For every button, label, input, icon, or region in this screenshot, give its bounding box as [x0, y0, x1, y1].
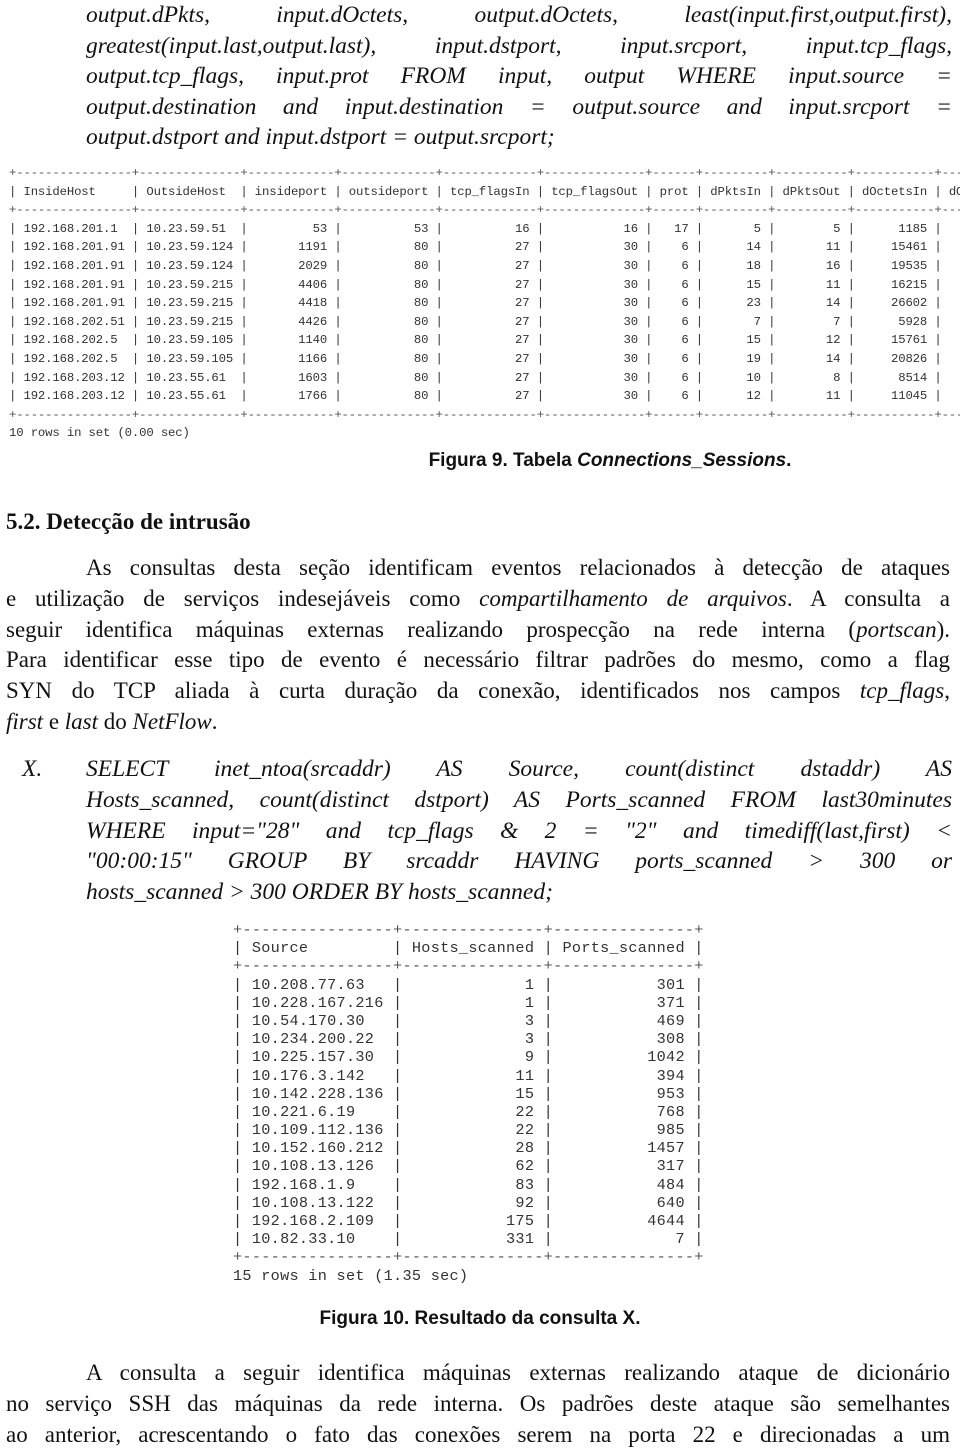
table-row: | 10.228.167.216 | 1 | 371 |	[233, 993, 704, 1012]
table-header-row: | Source | Hosts_scanned | Ports_scanned…	[233, 939, 704, 958]
table-row: | 192.168.203.12 | 10.23.55.61 | 1766 | …	[9, 389, 960, 404]
table-row: | 192.168.2.109 | 175 | 4644 |	[233, 1212, 704, 1230]
sql-line: WHERE input="28" and tcp_flags & 2 = "2"…	[86, 817, 952, 844]
table-row: | 192.168.1.9 | 83 | 484 |	[233, 1175, 704, 1194]
table-row: | 10.234.200.22 | 3 | 308 |	[233, 1030, 704, 1049]
table-row: | 192.168.203.12 | 10.23.55.61 | 1603 | …	[9, 370, 960, 385]
table-border: +----------------+---------------+------…	[233, 1248, 704, 1267]
caption-prefix: Figura 9. Tabela	[428, 450, 578, 471]
text-run: seguir identifica máquinas externas real…	[6, 616, 857, 642]
paragraph-line: first e last do NetFlow.	[6, 707, 950, 738]
table-header-row: | InsideHost | OutsideHost | insideport …	[9, 184, 960, 199]
italic-term: last	[64, 708, 99, 734]
table-row: | 192.168.201.91 | 10.23.59.124 | 2029 |…	[9, 258, 960, 273]
table-footer-status: 15 rows in set (1.35 sec)	[233, 1266, 469, 1285]
text-run: do	[98, 708, 133, 734]
text-run: As consultas desta seção identificam eve…	[86, 555, 950, 580]
table-border: +----------------+---------------+------…	[233, 957, 704, 976]
table-row: | 10.152.160.212 | 28 | 1457 |	[233, 1139, 704, 1158]
figure-10-caption: Figura 10. Resultado da consulta X.	[319, 1308, 641, 1329]
sql-line: hosts_scanned > 300 ORDER BY hosts_scann…	[86, 879, 553, 906]
paragraph-line: e utilização de serviços indesejáveis co…	[6, 584, 950, 615]
text-run: .	[211, 708, 218, 734]
table-row: | 10.108.13.126 | 62 | 317 |	[233, 1157, 704, 1176]
text-run: ,	[944, 678, 950, 704]
sql-line: Hosts_scanned, count(distinct dstport) A…	[86, 786, 952, 813]
table-row: | 10.225.157.30 | 9 | 1042 |	[233, 1048, 704, 1067]
text-run: e	[43, 708, 65, 734]
query-body: SELECT inet_ntoa(srcaddr) AS Source, cou…	[86, 754, 952, 908]
sql-line: greatest(input.last,output.last), input.…	[86, 32, 952, 59]
closing-paragraph: A consulta a seguir identifica máquinas …	[6, 1358, 950, 1450]
intro-paragraph: As consultas desta seção identificam eve…	[6, 553, 950, 738]
table-row: | 10.208.77.63 | 1 | 301 |	[233, 975, 704, 994]
italic-term: NetFlow	[132, 708, 212, 734]
section-heading: 5.2. Detecção de intrusão	[6, 509, 251, 534]
table-row: | 192.168.201.91 | 10.23.59.124 | 1191 |…	[9, 240, 960, 255]
paragraph-line: As consultas desta seção identificam eve…	[6, 553, 950, 584]
sql-line: "00:00:15" GROUP BY srcaddr HAVING ports…	[86, 848, 952, 875]
sql-line: output.dPkts, input.dOctets, output.dOct…	[86, 2, 952, 28]
table-row: | 192.168.201.1 | 10.23.59.51 | 53 | 53 …	[9, 221, 960, 236]
paragraph-line: seguir identifica máquinas externas real…	[6, 615, 950, 646]
sql-line: SELECT inet_ntoa(srcaddr) AS Source, cou…	[86, 756, 952, 782]
italic-term: first	[6, 708, 44, 734]
italic-term: portscan	[856, 616, 937, 642]
table-footer-status: 10 rows in set (0.00 sec)	[9, 426, 190, 441]
text-run: SYN do TCP aliada à curta duração da con…	[6, 678, 860, 704]
italic-term: compartilhamento de arquivos	[479, 585, 787, 611]
sql-line: output.tcp_flags, input.prot FROM input,…	[86, 63, 952, 90]
connections-sessions-table: +----------------+--------------+-------…	[9, 164, 960, 443]
table-row: | 10.221.6.19 | 22 | 768 |	[233, 1102, 704, 1121]
sql-query-continuation: output.dPkts, input.dOctets, output.dOct…	[86, 0, 952, 153]
paragraph-line: no serviço SSH das máquinas da rede inte…	[6, 1390, 950, 1416]
paragraph-line: A consulta a seguir identifica máquinas …	[86, 1360, 950, 1385]
paragraph-line: Para identificar esse tipo de evento é n…	[6, 645, 950, 676]
table-border: +----------------+--------------+-------…	[9, 166, 960, 180]
caption-italic: Connections_Sessions	[577, 450, 787, 471]
table-row: | 192.168.201.91 | 10.23.59.215 | 4418 |…	[9, 296, 960, 311]
table-row: | 10.176.3.142 | 11 | 394 |	[233, 1066, 704, 1085]
table-row: | 192.168.202.51 | 10.23.59.215 | 4426 |…	[9, 314, 960, 329]
text-run: . A consulta a	[786, 585, 950, 611]
table-row: | 10.108.13.122 | 92 | 640 |	[233, 1193, 704, 1212]
query-label: X.	[22, 756, 43, 782]
paragraph-line: SYN do TCP aliada à curta duração da con…	[6, 676, 950, 707]
figure-9-caption: Figura 9. Tabela Connections_Sessions.	[130, 450, 960, 472]
paragraph-line: ao anterior, acrescentando o fato das co…	[6, 1421, 950, 1447]
table-row: | 192.168.202.5 | 10.23.59.105 | 1166 | …	[9, 351, 960, 366]
caption-suffix: .	[786, 450, 792, 471]
table-row: | 10.54.170.30 | 3 | 469 |	[233, 1011, 704, 1030]
table-border: +----------------+--------------+-------…	[9, 407, 960, 422]
query-x-result-table: +----------------+---------------+------…	[233, 921, 704, 1285]
italic-term: tcp_flags	[859, 678, 945, 704]
table-row: | 10.142.228.136 | 15 | 953 |	[233, 1084, 704, 1103]
text-run: ).	[936, 616, 950, 642]
sql-line: output.dstport and input.dstport = outpu…	[86, 124, 555, 151]
text-run: Para identificar esse tipo de evento é n…	[6, 647, 950, 673]
table-row: | 10.82.33.10 | 331 | 7 |	[233, 1230, 704, 1249]
table-row: | 192.168.201.91 | 10.23.59.215 | 4406 |…	[9, 277, 960, 292]
table-row: | 192.168.202.5 | 10.23.59.105 | 1140 | …	[9, 333, 960, 348]
text-run: e utilização de serviços indesejáveis co…	[6, 585, 480, 611]
table-row: | 10.109.112.136 | 22 | 985 |	[233, 1121, 704, 1140]
table-border: +----------------+---------------+------…	[233, 921, 704, 939]
sql-line: output.destination and input.destination…	[86, 93, 952, 120]
table-border: +----------------+--------------+-------…	[9, 203, 960, 218]
